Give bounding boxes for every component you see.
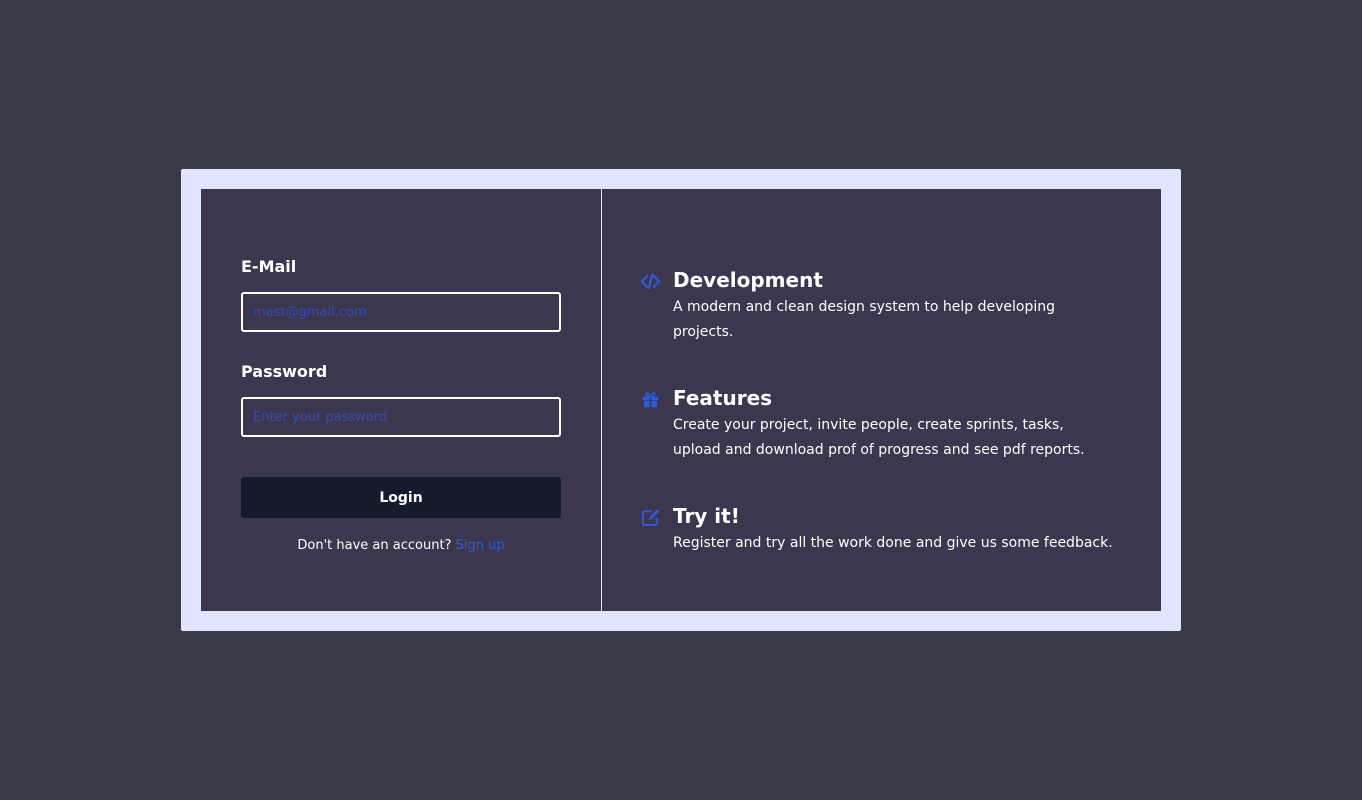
features-panel: Development A modern and clean design sy… [602,189,1161,611]
feature-description: Create your project, invite people, crea… [673,417,1085,458]
code-icon [640,273,661,290]
login-button[interactable]: Login [241,477,561,518]
email-label: E-Mail [241,257,297,276]
feature-development: Development A modern and clean design sy… [640,267,1161,345]
edit-icon [642,509,660,526]
signup-link[interactable]: Sign up [456,538,505,553]
email-field[interactable] [241,292,561,332]
feature-title: Try it! [673,504,740,528]
feature-text: Features Create your project, invite peo… [673,385,1113,463]
password-label: Password [241,362,328,381]
gift-icon [642,392,659,408]
feature-features: Features Create your project, invite peo… [640,385,1161,463]
feature-title: Features [673,386,773,410]
feature-text: Try it! Register and try all the work do… [673,503,1113,556]
feature-try-it: Try it! Register and try all the work do… [640,503,1161,556]
signup-prompt: Don't have an account? [297,538,452,553]
login-card: E-Mail Password Login Don't have an acco… [201,189,1161,611]
signup-row: Don't have an account? Sign up [241,538,561,553]
login-form: E-Mail Password Login Don't have an acco… [201,189,602,611]
feature-description: A modern and clean design system to help… [673,299,1056,340]
feature-description: Register and try all the work done and g… [673,535,1113,551]
feature-title: Development [673,268,823,292]
feature-text: Development A modern and clean design sy… [673,267,1113,345]
login-frame: E-Mail Password Login Don't have an acco… [181,169,1181,631]
password-field[interactable] [241,397,561,437]
